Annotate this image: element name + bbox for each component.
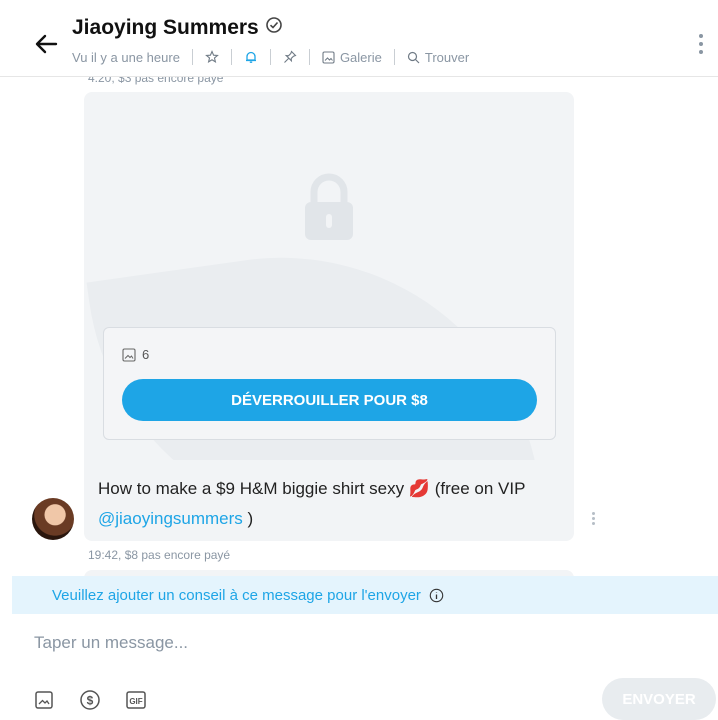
message-text-end: )	[242, 509, 254, 528]
gallery-icon	[322, 50, 335, 64]
contact-name-row[interactable]: Jiaoying Summers	[72, 16, 283, 40]
divider	[308, 49, 310, 65]
info-icon[interactable]	[429, 588, 444, 603]
message-meta: 4:20, $3 pas encore payé	[88, 76, 224, 85]
divider	[393, 49, 395, 65]
search-icon	[407, 51, 420, 63]
pin-icon[interactable]	[283, 50, 297, 64]
media-count: 6	[122, 347, 149, 362]
contact-name[interactable]: Jiaoying Summers	[72, 16, 259, 40]
verified-badge-icon	[265, 16, 283, 40]
message-text: How to make a $9 H&M biggie shirt sexy 💋…	[98, 474, 558, 534]
send-button[interactable]: ENVOYER	[602, 678, 716, 720]
svg-text:GIF: GIF	[129, 697, 142, 706]
svg-text:$: $	[87, 694, 94, 708]
banner-text: Veuillez ajouter un conseil à ce message…	[52, 586, 421, 604]
message-input[interactable]	[32, 630, 596, 656]
chat-header: Jiaoying Summers Vu il y a une heure Gal…	[0, 0, 718, 77]
unlock-panel: 6 DÉVERROUILLER POUR $8	[103, 327, 556, 440]
star-icon[interactable]	[205, 50, 219, 64]
message-options-icon[interactable]	[592, 512, 595, 527]
image-icon	[122, 347, 136, 362]
gallery-label: Galerie	[339, 49, 382, 65]
header-subrow: Vu il y a une heure Galerie Trouver	[72, 49, 469, 65]
media-count-value: 6	[142, 347, 150, 362]
more-options-icon[interactable]	[698, 34, 704, 56]
search-label: Trouver	[424, 49, 470, 65]
gallery-button[interactable]: Galerie	[322, 50, 382, 65]
image-upload-icon[interactable]	[33, 689, 55, 711]
divider	[230, 49, 232, 65]
message-text-body: How to make a $9 H&M biggie shirt sexy 💋…	[98, 479, 526, 498]
avatar[interactable]	[32, 498, 74, 540]
unlock-button[interactable]: DÉVERROUILLER POUR $8	[122, 379, 537, 421]
gif-icon[interactable]: GIF	[125, 689, 147, 711]
message-bubble[interactable]: How to make a $9 H&M biggie shirt sexy 💋…	[84, 460, 574, 541]
message-list[interactable]: 4:20, $3 pas encore payé 6 DÉVERROUILLER…	[0, 76, 718, 576]
tip-required-banner: Veuillez ajouter un conseil à ce message…	[12, 576, 718, 614]
back-arrow-icon[interactable]	[30, 28, 62, 60]
bell-icon[interactable]	[244, 50, 258, 64]
divider	[269, 49, 271, 65]
search-button[interactable]: Trouver	[407, 50, 469, 65]
last-seen-status: Vu il y a une heure	[72, 49, 180, 65]
message-meta: 19:42, $8 pas encore payé	[88, 548, 231, 562]
price-dollar-icon[interactable]: $	[79, 689, 101, 711]
lock-icon	[302, 172, 356, 247]
composer-toolbar: $ GIF	[33, 689, 147, 711]
divider	[191, 49, 193, 65]
mention-link[interactable]: @jiaoyingsummers	[98, 509, 243, 528]
